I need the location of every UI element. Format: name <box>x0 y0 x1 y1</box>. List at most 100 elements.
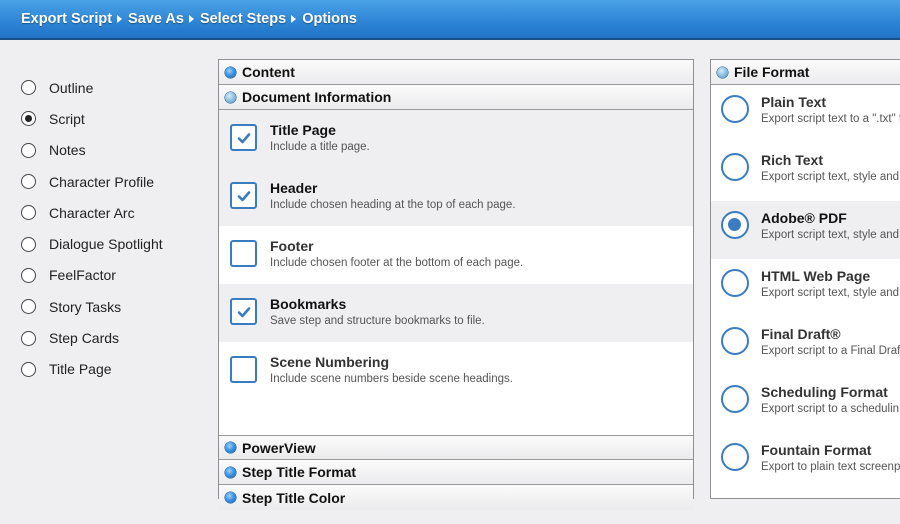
option-title: Header <box>270 180 318 196</box>
radio-button[interactable] <box>21 205 36 221</box>
export-type-title-page[interactable]: Title Page <box>21 354 163 385</box>
checkmark-icon <box>237 306 250 317</box>
options-spacer <box>219 400 693 435</box>
radio-button[interactable] <box>721 327 749 355</box>
export-type-story-tasks[interactable]: Story Tasks <box>21 291 163 322</box>
radio-button-selected[interactable] <box>721 211 749 239</box>
section-content[interactable]: Content <box>219 60 693 85</box>
export-type-label: Step Cards <box>49 330 120 347</box>
export-type-label: Title Page <box>49 361 112 378</box>
expanded-orb-icon <box>225 91 236 103</box>
section-step-title-format[interactable]: Step Title Format <box>219 460 693 485</box>
export-type-label: Dialogue Spotlight <box>49 236 163 253</box>
format-description: Export script text, style and <box>761 171 900 183</box>
export-type-notes[interactable]: Notes <box>21 135 163 166</box>
export-type-character-arc[interactable]: Character Arc <box>21 197 163 228</box>
radio-button[interactable] <box>21 80 36 96</box>
export-type-label: Outline <box>49 79 94 96</box>
export-type-list: Outline Script Notes Character Profile C… <box>21 72 163 385</box>
file-format-html-web-page[interactable]: HTML Web Page Export script text, style a… <box>711 259 900 317</box>
breadcrumb-select-steps[interactable]: Select Steps <box>200 11 286 27</box>
option-title: Title Page <box>270 122 336 138</box>
radio-button[interactable] <box>721 269 749 297</box>
format-title: Final Draft® <box>761 326 841 342</box>
export-type-outline[interactable]: Outline <box>21 72 163 103</box>
format-title: Rich Text <box>761 152 823 168</box>
checkbox-unchecked[interactable] <box>230 356 257 383</box>
radio-button[interactable] <box>21 361 36 377</box>
option-description: Include a title page. <box>270 141 370 153</box>
breadcrumb-export-script[interactable]: Export Script <box>21 11 112 27</box>
export-type-label: Character Profile <box>49 173 155 190</box>
breadcrumb-save-as[interactable]: Save As <box>128 11 184 27</box>
format-description: Export to plain text screenp <box>761 461 900 473</box>
radio-button[interactable] <box>721 153 749 181</box>
format-title: Fountain Format <box>761 442 872 458</box>
option-title-page[interactable]: Title Page Include a title page. <box>219 110 693 168</box>
option-description: Save step and structure bookmarks to fil… <box>270 315 485 327</box>
file-format-fountain-format[interactable]: Fountain Format Export to plain text scre… <box>711 433 900 491</box>
section-file-format[interactable]: File Format <box>711 60 900 85</box>
file-format-plain-text[interactable]: Plain Text Export script text to a ".txt"… <box>711 85 900 143</box>
collapsed-orb-icon <box>225 466 236 478</box>
section-document-information[interactable]: Document Information <box>219 85 693 110</box>
radio-button[interactable] <box>21 236 36 252</box>
option-title: Footer <box>270 238 314 254</box>
file-format-adobe-pdf[interactable]: Adobe® PDF Export script text, style and <box>711 201 900 259</box>
radio-button[interactable] <box>721 443 749 471</box>
section-powerview[interactable]: PowerView <box>219 435 693 460</box>
radio-button[interactable] <box>21 267 36 283</box>
export-type-label: Script <box>49 110 85 127</box>
checkbox-checked[interactable] <box>230 124 257 151</box>
checkmark-icon <box>237 190 250 201</box>
breadcrumb-bar: Export Script Save As Select Steps Optio… <box>0 0 900 40</box>
export-type-script[interactable]: Script <box>21 103 163 134</box>
radio-button[interactable] <box>21 142 36 158</box>
option-scene-numbering[interactable]: Scene Numbering Include scene numbers bes… <box>219 342 693 400</box>
format-title: Plain Text <box>761 94 827 110</box>
file-format-rich-text[interactable]: Rich Text Export script text, style and <box>711 143 900 201</box>
file-format-final-draft[interactable]: Final Draft® Export script to a Final Dra… <box>711 317 900 375</box>
chevron-right-icon <box>291 15 297 23</box>
section-title: File Format <box>734 64 810 80</box>
option-title: Bookmarks <box>270 296 347 312</box>
breadcrumb-options[interactable]: Options <box>302 11 357 27</box>
checkbox-checked[interactable] <box>230 298 257 325</box>
export-type-label: FeelFactor <box>49 267 116 284</box>
option-footer[interactable]: Footer Include chosen footer at the botto… <box>219 226 693 284</box>
section-title: Step Title Color <box>242 489 346 506</box>
radio-button[interactable] <box>21 330 36 346</box>
radio-button[interactable] <box>721 385 749 413</box>
radio-button[interactable] <box>721 95 749 123</box>
export-type-character-profile[interactable]: Character Profile <box>21 166 163 197</box>
export-type-step-cards[interactable]: Step Cards <box>21 322 163 353</box>
section-title: Content <box>242 64 295 80</box>
checkmark-icon <box>237 132 250 143</box>
checkbox-unchecked[interactable] <box>230 240 257 267</box>
option-description: Include chosen heading at the top of eac… <box>270 199 516 211</box>
format-title: HTML Web Page <box>761 268 871 284</box>
section-title: PowerView <box>242 439 316 456</box>
export-type-label: Story Tasks <box>49 298 122 315</box>
option-header[interactable]: Header Include chosen heading at the top … <box>219 168 693 226</box>
collapsed-orb-icon <box>225 442 236 453</box>
checkbox-checked[interactable] <box>230 182 257 209</box>
options-panel: Content Document Information Title Page I… <box>218 59 694 510</box>
radio-button-selected[interactable] <box>21 111 36 127</box>
option-description: Include scene numbers beside scene headi… <box>270 373 513 385</box>
radio-button[interactable] <box>21 299 36 315</box>
export-type-label: Notes <box>49 142 86 159</box>
file-format-scheduling-format[interactable]: Scheduling Format Export script to a sche… <box>711 375 900 433</box>
collapsed-orb-icon <box>225 66 236 78</box>
format-title: Scheduling Format <box>761 384 888 400</box>
option-bookmarks[interactable]: Bookmarks Save step and structure bookmar… <box>219 284 693 342</box>
section-step-title-color[interactable]: Step Title Color <box>219 485 693 510</box>
radio-button[interactable] <box>21 174 36 190</box>
option-title: Scene Numbering <box>270 354 390 370</box>
section-title: Document Information <box>242 89 392 105</box>
format-description: Export script text, style and <box>761 287 900 299</box>
file-format-panel: File Format Plain Text Export script text… <box>710 59 900 499</box>
export-type-feelfactor[interactable]: FeelFactor <box>21 260 163 291</box>
export-type-dialogue-spotlight[interactable]: Dialogue Spotlight <box>21 228 163 259</box>
chevron-right-icon <box>117 15 123 23</box>
